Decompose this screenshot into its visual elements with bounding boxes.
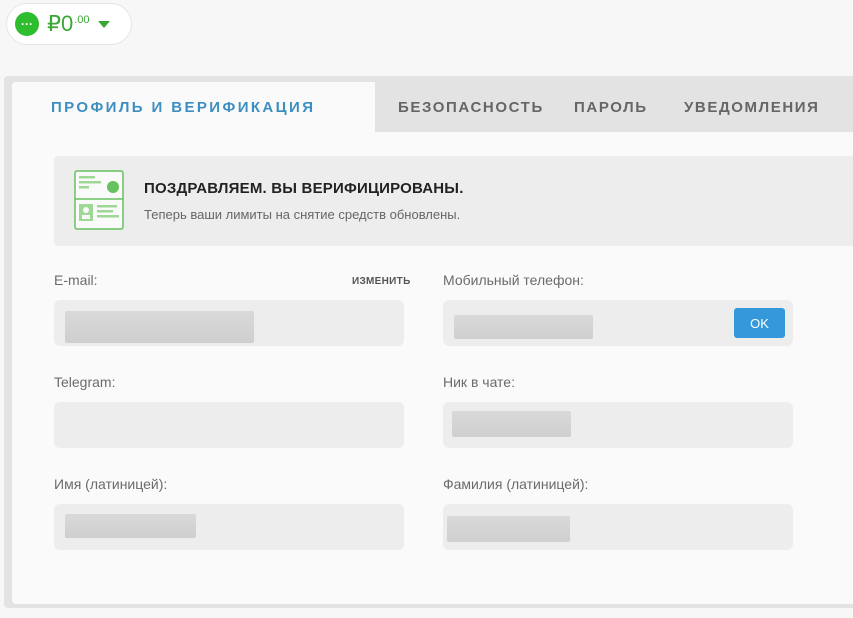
nick-field[interactable]	[443, 402, 793, 448]
profile-panel: Профиль и верификация Безопасность Парол…	[4, 76, 853, 608]
banner-title: ПОЗДРАВЛЯЕМ. ВЫ ВЕРИФИЦИРОВАНЫ.	[144, 180, 464, 197]
redacted-email	[65, 311, 254, 343]
redacted-last-name	[447, 516, 570, 542]
amount-main: 0	[61, 11, 74, 36]
redacted-phone	[454, 315, 593, 339]
tab-security[interactable]: Безопасность	[398, 82, 544, 132]
email-field[interactable]	[54, 300, 404, 346]
tab-profile-verification[interactable]: Профиль и верификация	[12, 82, 375, 132]
verified-document-icon	[74, 170, 124, 230]
first-name-label: Имя (латиницей):	[54, 476, 168, 492]
verification-banner: ПОЗДРАВЛЯЕМ. ВЫ ВЕРИФИЦИРОВАНЫ. Теперь в…	[54, 156, 853, 246]
wallet-amount: ₽0.00	[47, 13, 90, 35]
phone-ok-button[interactable]: OK	[734, 308, 785, 338]
currency-symbol: ₽	[47, 11, 61, 36]
tab-bar: Профиль и верификация Безопасность Парол…	[12, 82, 853, 132]
tab-password[interactable]: Пароль	[574, 82, 648, 132]
chevron-down-icon	[97, 20, 110, 28]
wallet-balance-button[interactable]: ··· ₽0.00	[6, 3, 132, 45]
email-label: E-mail:	[54, 272, 98, 288]
amount-cents: .00	[74, 14, 90, 26]
more-dots-icon: ···	[15, 12, 39, 36]
phone-field[interactable]: OK	[443, 300, 793, 346]
telegram-field[interactable]	[54, 402, 404, 448]
telegram-label: Telegram:	[54, 374, 116, 390]
banner-subtitle: Теперь ваши лимиты на снятие средств обн…	[144, 207, 461, 222]
tab-notifications[interactable]: Уведомления	[684, 82, 820, 132]
last-name-label: Фамилия (латиницей):	[443, 476, 589, 492]
phone-label: Мобильный телефон:	[443, 272, 584, 288]
nick-label: Ник в чате:	[443, 374, 515, 390]
first-name-field[interactable]	[54, 504, 404, 550]
redacted-nick	[452, 411, 571, 437]
change-email-link[interactable]: ИЗМЕНИТЬ	[352, 276, 411, 287]
redacted-first-name	[65, 514, 196, 538]
last-name-field[interactable]	[443, 504, 793, 550]
profile-panel-inner: Профиль и верификация Безопасность Парол…	[12, 82, 853, 604]
